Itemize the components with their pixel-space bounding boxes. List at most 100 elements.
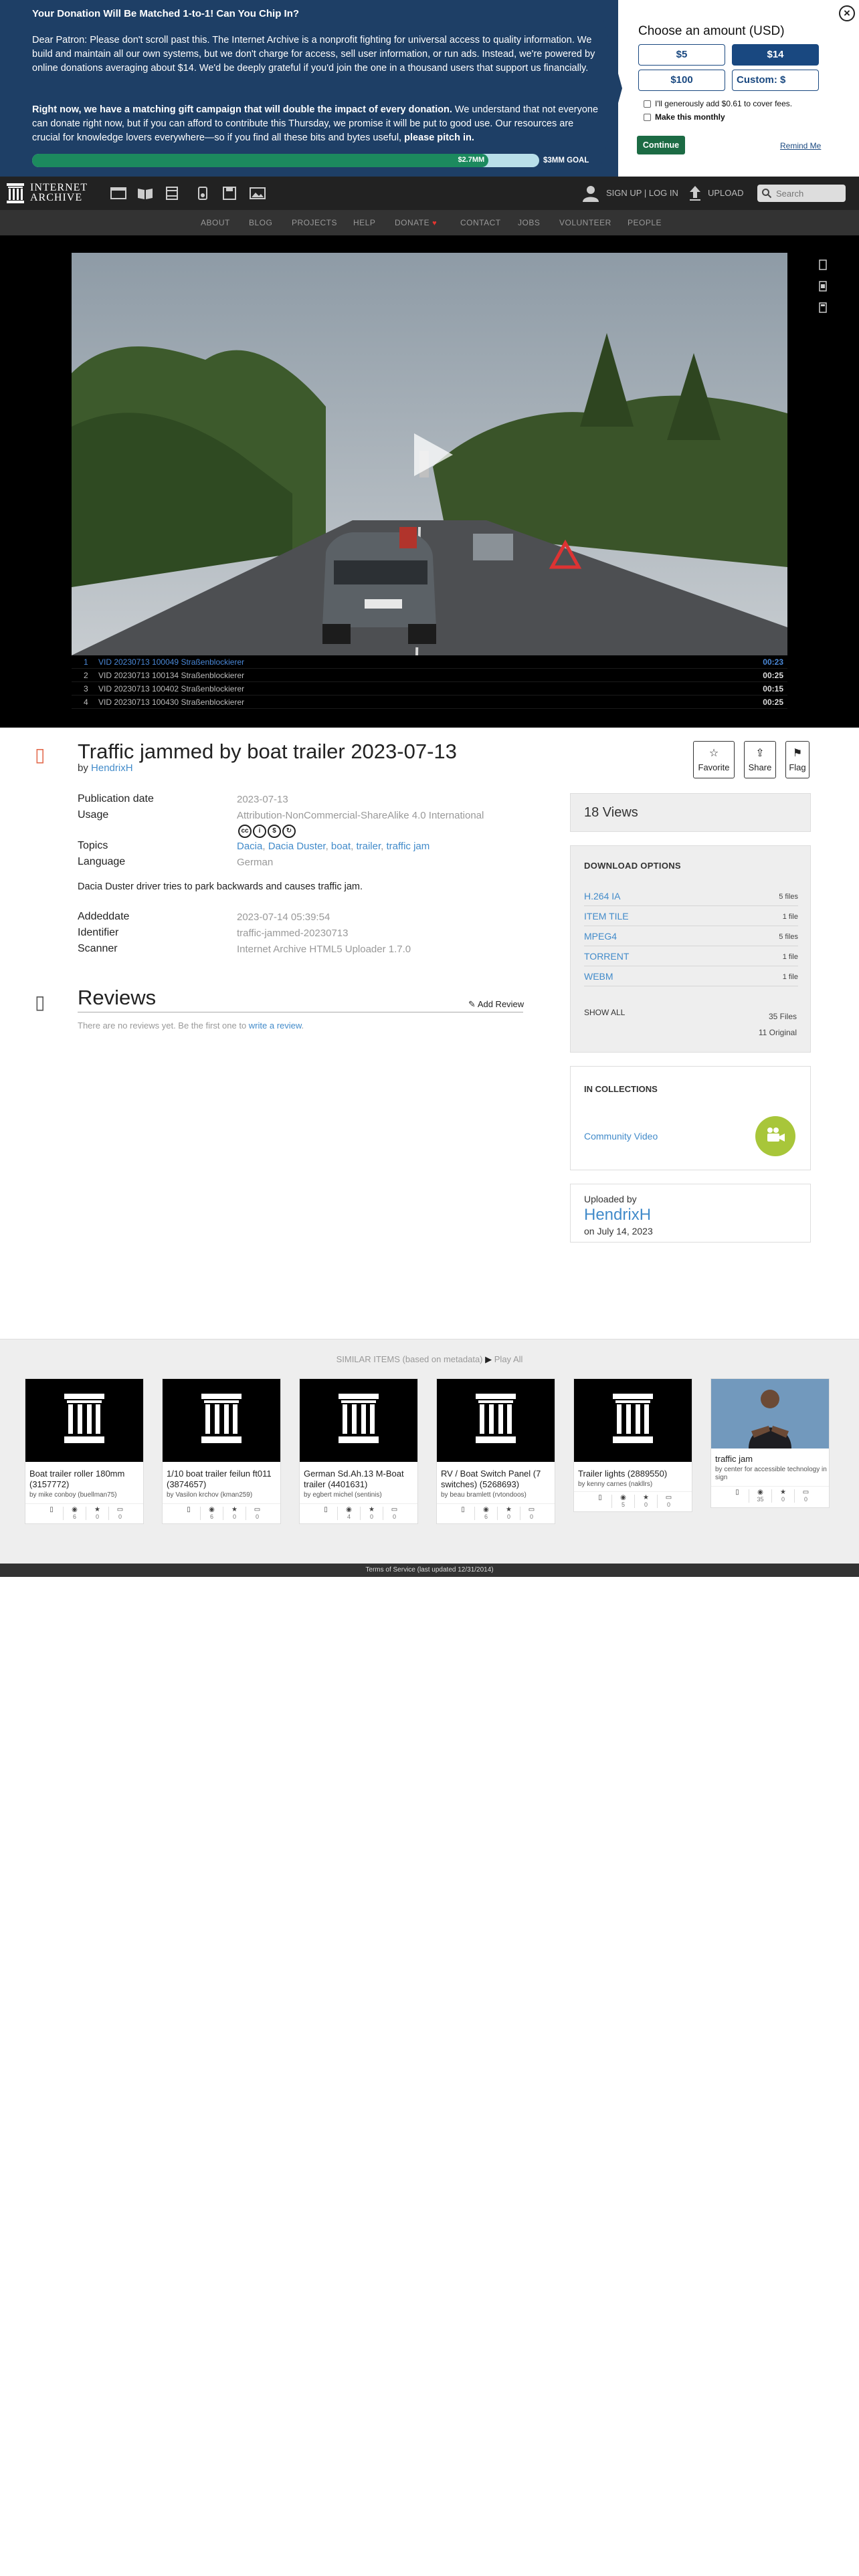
playlist-item-title[interactable]: VID 20230713 100402 Straßenblockierer [98,684,244,693]
upload-icon[interactable] [688,185,702,202]
cover-fees-checkbox-row[interactable]: I'll generously add $0.61 to cover fees. [644,99,792,108]
amount-14-button[interactable]: $14 [732,44,819,66]
favorite-button[interactable]: ☆ Favorite [693,741,735,778]
download-format-link[interactable]: MPEG4 [584,931,617,942]
donation-raised-amount: $2.7MM [458,156,485,164]
nav-projects[interactable]: PROJECTS [292,218,337,227]
play-button[interactable] [414,433,453,476]
audio-icon[interactable] [194,186,211,201]
audio-player-icon[interactable] [819,259,827,270]
nav-donate[interactable]: DONATE ♥ [395,218,437,227]
nav-people[interactable]: PEOPLE [628,218,662,227]
topic-link[interactable]: boat [331,841,351,852]
tile-thumbnail[interactable] [711,1379,829,1448]
playlist-item[interactable]: 2 VID 20230713 100134 Straßenblockierer … [72,669,787,682]
share-button[interactable]: ⇪ Share [744,741,776,778]
tile-thumbnail[interactable] [25,1379,143,1462]
web-icon[interactable] [110,186,127,201]
tile-thumbnail[interactable] [163,1379,280,1462]
tile-title[interactable]: RV / Boat Switch Panel (7 switches) (526… [441,1469,553,1490]
download-row[interactable]: ITEM TILE 1 file [584,906,798,926]
language-link[interactable]: German [237,857,273,868]
software-icon[interactable] [221,186,238,201]
search-input[interactable] [776,187,843,200]
topic-link[interactable]: trailer [356,841,381,852]
video-icon[interactable] [163,186,181,201]
playlist-item-title[interactable]: VID 20230713 100134 Straßenblockierer [98,671,244,680]
search-box[interactable] [757,185,846,202]
topic-link[interactable]: Dacia [237,841,262,852]
search-icon[interactable] [761,188,772,199]
monthly-checkbox-row[interactable]: Make this monthly [644,112,725,122]
cc-license-icons[interactable]: cc i $ ↻ [238,824,297,838]
archive-logo-text[interactable]: INTERNET ARCHIVE [30,183,88,203]
nav-about[interactable]: ABOUT [201,218,230,227]
nav-volunteer[interactable]: VOLUNTEER [559,218,611,227]
playlist-item[interactable]: 1 VID 20230713 100049 Straßenblockierer … [72,655,787,669]
tile-title[interactable]: German Sd.Ah.13 M-Boat trailer (4401631) [304,1469,416,1490]
write-review-link[interactable]: write a review [249,1021,302,1031]
collection-link[interactable]: Community Video [584,1131,658,1142]
similar-item-tile[interactable]: Boat trailer roller 180mm (3157772) by m… [25,1378,144,1524]
collection-thumbnail[interactable] [755,1116,795,1156]
publication-date-value[interactable]: 2023-07-13 [237,794,288,805]
monthly-checkbox[interactable] [644,114,651,121]
playlist-item-title[interactable]: VID 20230713 100430 Straßenblockierer [98,697,244,707]
terms-link[interactable]: Terms of Service (last updated 12/31/201… [365,1566,493,1574]
tile-thumbnail[interactable] [300,1379,417,1462]
tile-thumbnail[interactable] [574,1379,692,1462]
similar-item-tile[interactable]: Trailer lights (2889550) by kenny carnes… [573,1378,692,1512]
playlist-item[interactable]: 3 VID 20230713 100402 Straßenblockierer … [72,682,787,695]
tile-title[interactable]: traffic jam [715,1454,828,1465]
tile-title[interactable]: 1/10 boat trailer feilun ft011 (3874657) [167,1469,279,1490]
topic-link[interactable]: Dacia Duster [268,841,326,852]
similar-item-tile[interactable]: RV / Boat Switch Panel (7 switches) (526… [436,1378,555,1524]
download-row[interactable]: H.264 IA 5 files [584,886,798,906]
similar-item-tile[interactable]: traffic jam by center for accessible tec… [710,1378,830,1508]
add-review-button[interactable]: ✎ Add Review [468,999,524,1010]
similar-item-tile[interactable]: 1/10 boat trailer feilun ft011 (3874657)… [162,1378,281,1524]
download-row[interactable]: TORRENT 1 file [584,946,798,966]
play-all-icon[interactable]: ▶ [485,1354,492,1364]
tile-title[interactable]: Boat trailer roller 180mm (3157772) [29,1469,142,1490]
amount-100-button[interactable]: $100 [638,70,725,91]
flag-button[interactable]: ⚑ Flag [785,741,809,778]
creator-link[interactable]: HendrixH [91,762,133,774]
cover-fees-checkbox[interactable] [644,100,651,108]
download-format-link[interactable]: WEBM [584,971,613,982]
similar-item-tile[interactable]: German Sd.Ah.13 M-Boat trailer (4401631)… [299,1378,418,1524]
download-row[interactable]: WEBM 1 file [584,966,798,986]
signup-login-link[interactable]: SIGN UP | LOG IN [606,188,678,198]
tile-thumbnail[interactable] [437,1379,555,1462]
upload-link[interactable]: UPLOAD [708,188,743,198]
topic-link[interactable]: traffic jam [387,841,430,852]
usage-license-link[interactable]: Attribution-NonCommercial-ShareAlike 4.0… [237,810,484,821]
playlist-item[interactable]: 4 VID 20230713 100430 Straßenblockierer … [72,695,787,709]
download-format-link[interactable]: H.264 IA [584,891,620,901]
user-icon[interactable] [581,183,601,203]
nav-contact[interactable]: CONTACT [460,218,501,227]
download-format-link[interactable]: ITEM TILE [584,911,629,922]
download-row[interactable]: MPEG4 5 files [584,926,798,946]
nav-jobs[interactable]: JOBS [518,218,540,227]
play-all-link[interactable]: Play All [494,1354,523,1364]
video-player[interactable] [72,253,787,655]
archive-logo-icon[interactable] [7,183,24,203]
custom-amount-input[interactable]: Custom: $ [732,70,819,91]
tile-title[interactable]: Trailer lights (2889550) [578,1469,690,1479]
close-banner-button[interactable]: × [839,5,855,21]
texts-icon[interactable] [136,186,154,201]
images-icon[interactable] [249,186,266,201]
playlist-item-title[interactable]: VID 20230713 100049 Straßenblockierer [98,657,244,667]
amount-5-button[interactable]: $5 [638,44,725,66]
remind-me-link[interactable]: Remind Me [780,141,821,150]
download-format-link[interactable]: TORRENT [584,951,629,962]
continue-button[interactable]: Continue [637,136,685,154]
uploader-link[interactable]: HendrixH [584,1206,651,1224]
nav-help[interactable]: HELP [353,218,375,227]
nav-blog[interactable]: BLOG [249,218,272,227]
fullscreen-icon[interactable] [819,302,827,313]
show-all-link[interactable]: SHOW ALL [584,1008,625,1017]
video-player-icon[interactable] [819,281,827,292]
download-file-count: 5 files [779,893,798,901]
